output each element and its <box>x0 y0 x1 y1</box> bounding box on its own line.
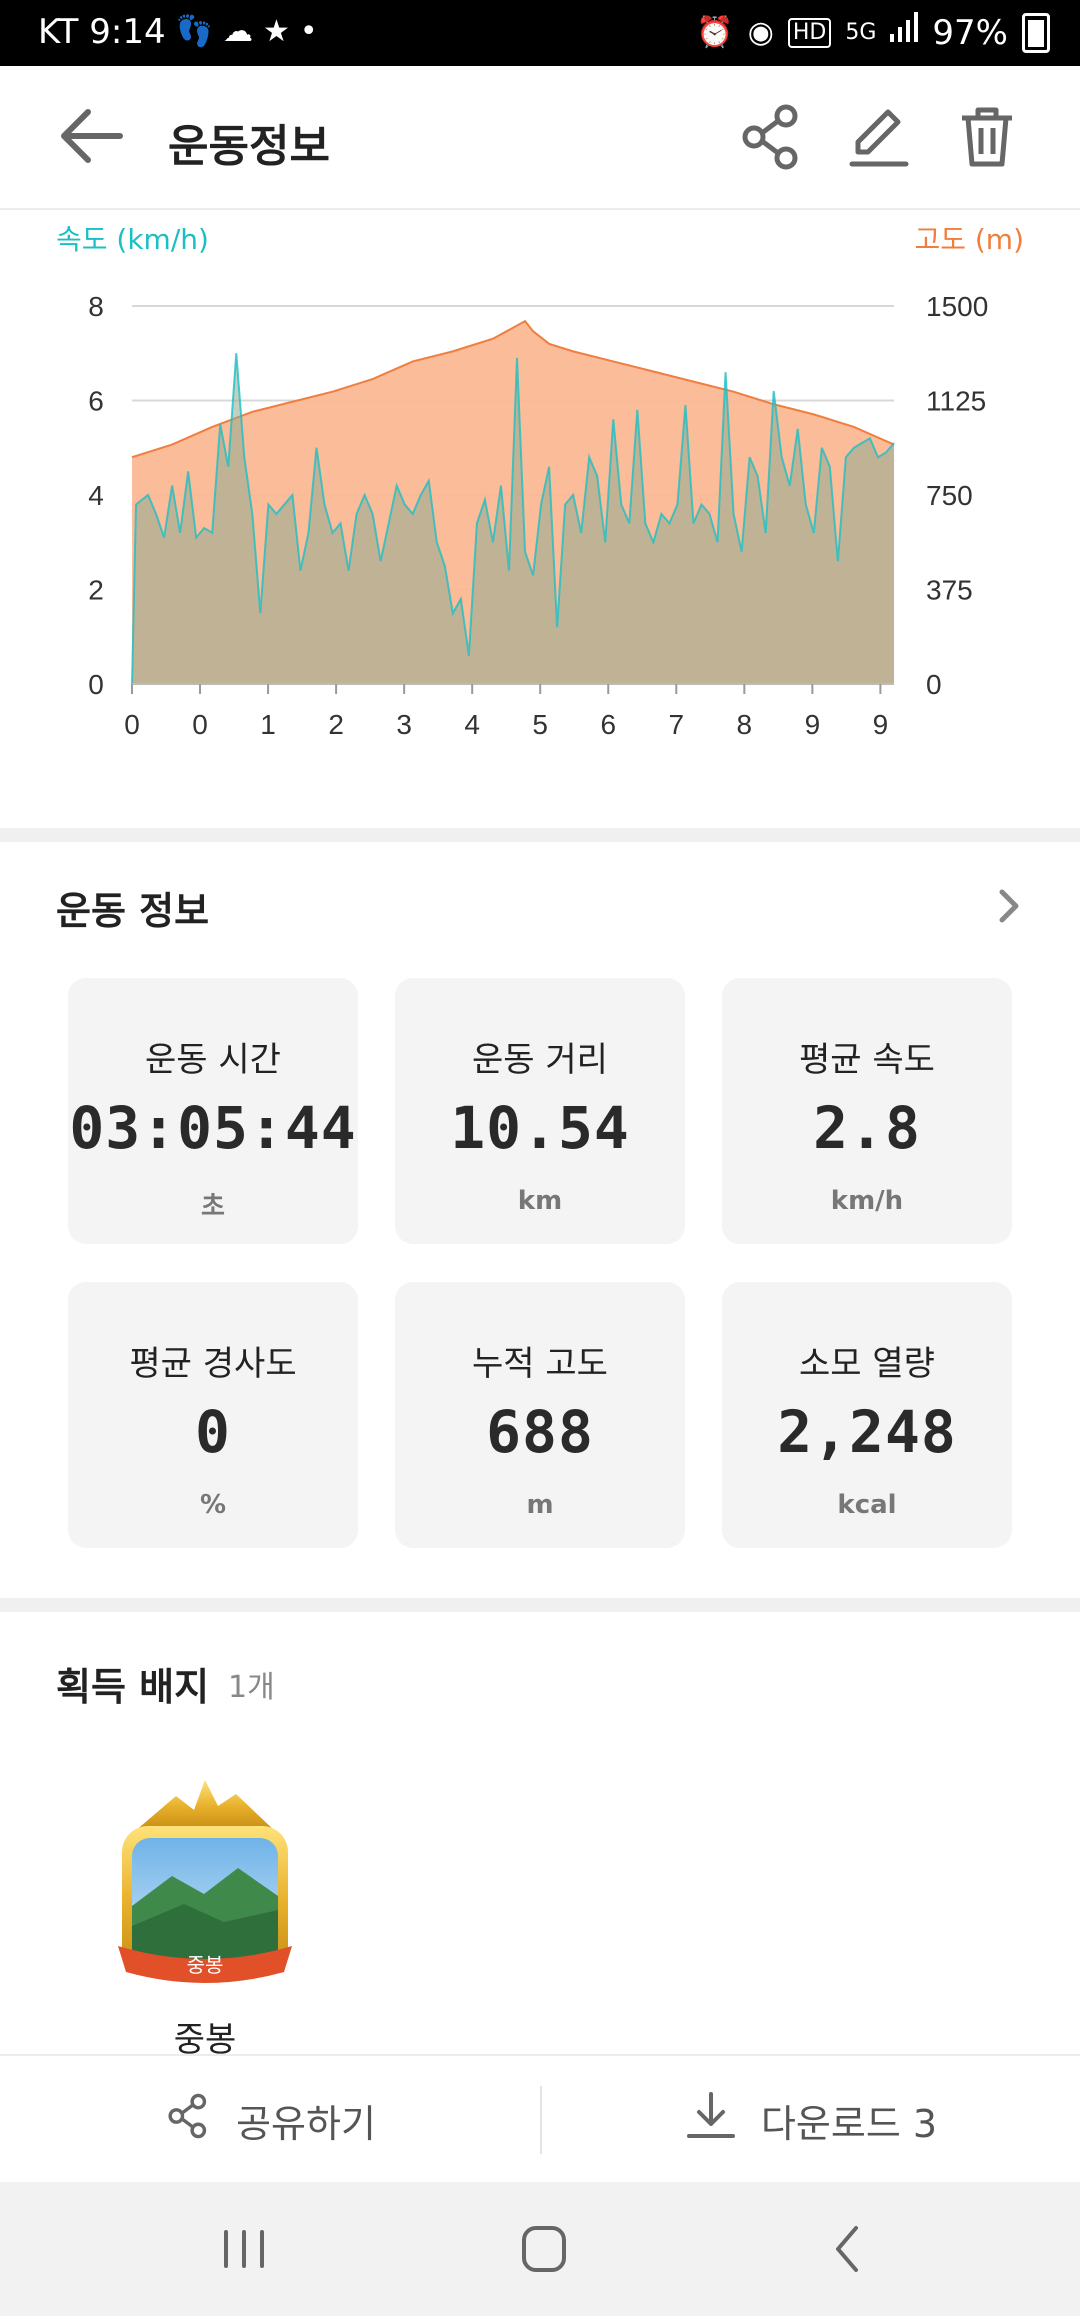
section-divider <box>0 1598 1080 1612</box>
x-tick-label: 6 <box>600 709 616 740</box>
stat-label: 운동 거리 <box>472 1040 608 1080</box>
x-tick-label: 5 <box>532 709 548 740</box>
share-icon <box>164 2090 212 2151</box>
chart-svg: 024680375750112515000 0 1 2 3 4 5 6 7 8 9 9 <box>88 291 988 740</box>
5g-icon: 5G <box>845 19 877 45</box>
dot-icon: • <box>299 14 318 49</box>
edit-icon[interactable] <box>844 102 914 172</box>
x-tick-label: 2 <box>328 709 344 740</box>
location-icon: ◉ <box>747 14 774 50</box>
y-right-tick-label: 1500 <box>926 291 988 322</box>
status-bar: KT 9:14 👣 ☁ ★ • ⏰ ◉ HD 5G 97% <box>0 0 1080 66</box>
stat-card: 평균 속도 2.8 km/h <box>722 978 1012 1244</box>
badge-banner-text: 중봉 <box>187 1953 224 1977</box>
stat-label: 누적 고도 <box>472 1344 608 1384</box>
footprint-icon: 👣 <box>175 14 213 49</box>
stat-unit: km <box>517 1186 563 1216</box>
y-right-tick-label: 375 <box>926 575 973 606</box>
stat-unit: km/h <box>830 1186 904 1216</box>
system-nav-bar <box>0 2182 1080 2316</box>
share-icon[interactable] <box>736 102 806 172</box>
stat-label: 평균 경사도 <box>129 1344 297 1384</box>
signal-icon <box>890 12 919 53</box>
x-tick-label: 9 <box>805 709 821 740</box>
y-left-tick-label: 4 <box>88 480 104 511</box>
badges-title: 획득 배지 <box>56 1665 210 1709</box>
download-button-label: 다운로드 3 <box>760 2101 938 2146</box>
stat-value: 03:05:44 <box>69 1094 357 1162</box>
stat-value: 10.54 <box>450 1094 630 1162</box>
y-right-tick-label: 1125 <box>926 386 986 417</box>
stat-card: 누적 고도 688 m <box>395 1282 685 1548</box>
stat-unit: % <box>199 1490 227 1520</box>
back-arrow-icon[interactable] <box>58 106 128 166</box>
mountain-badge-icon[interactable]: 중봉 <box>114 1776 296 1994</box>
stat-unit: kcal <box>837 1490 897 1520</box>
x-tick-label: 8 <box>737 709 753 740</box>
stat-value: 2.8 <box>813 1094 921 1162</box>
page-title: 운동정보 <box>168 121 330 172</box>
chevron-right-icon[interactable] <box>988 884 1028 928</box>
battery-percent: 97% <box>932 12 1008 53</box>
alarm-icon: ⏰ <box>696 14 734 50</box>
running-shoe-icon: ★ <box>262 14 290 49</box>
stat-label: 운동 시간 <box>145 1040 281 1080</box>
stat-value: 688 <box>486 1398 594 1466</box>
x-tick-label: 0 <box>192 709 208 740</box>
y-left-tick-label: 6 <box>88 386 104 417</box>
battery-icon <box>1022 12 1050 53</box>
carrier-time: KT 9:14 <box>38 12 166 52</box>
y-left-tick-label: 2 <box>88 575 104 606</box>
share-button-label: 공유하기 <box>236 2101 376 2146</box>
x-tick-label: 4 <box>464 709 480 740</box>
stat-value: 0 <box>195 1398 231 1466</box>
delete-icon[interactable] <box>952 102 1022 172</box>
workout-info-title: 운동 정보 <box>56 889 210 933</box>
stat-label: 평균 속도 <box>799 1040 935 1080</box>
section-divider <box>0 828 1080 842</box>
stat-card: 운동 거리 10.54 km <box>395 978 685 1244</box>
x-tick-label: 3 <box>396 709 412 740</box>
x-tick-label: 0 <box>124 709 140 740</box>
share-button[interactable]: 공유하기 <box>0 2056 540 2184</box>
y-left-tick-label: 0 <box>88 669 104 700</box>
stat-label: 소모 열량 <box>799 1344 935 1384</box>
download-button[interactable]: 다운로드 3 <box>542 2056 1080 2184</box>
cloud-icon: ☁ <box>222 14 253 49</box>
stat-unit: m <box>526 1490 554 1520</box>
y-right-tick-label: 750 <box>926 480 973 511</box>
stat-unit: 초 <box>201 1192 225 1222</box>
bottom-action-bar: 공유하기 다운로드 3 <box>0 2054 1080 2184</box>
recent-apps-icon[interactable] <box>204 2214 284 2284</box>
y-right-tick-label: 0 <box>926 669 942 700</box>
hd-icon: HD <box>787 17 832 48</box>
badge-count: 1개 <box>228 1670 275 1705</box>
stat-value: 2,248 <box>777 1398 957 1466</box>
stat-card: 소모 열량 2,248 kcal <box>722 1282 1012 1548</box>
speed-altitude-chart: 속도 (km/h) 고도 (m) 0 2 4 6 8 0 375 750 1125 1500 0 0 1… <box>0 208 1080 828</box>
home-icon[interactable] <box>504 2214 584 2284</box>
x-tick-label: 9 <box>873 709 889 740</box>
download-icon <box>685 2090 737 2151</box>
stat-card: 평균 경사도 0% <box>68 1282 358 1548</box>
app-bar: 운동정보 <box>0 66 1080 210</box>
stat-card: 운동 시간 03:05:44 초 <box>68 978 358 1244</box>
x-tick-label: 7 <box>668 709 684 740</box>
y-left-tick-label: 8 <box>88 291 104 322</box>
x-tick-label: 1 <box>260 709 276 740</box>
back-icon[interactable] <box>808 2214 888 2284</box>
